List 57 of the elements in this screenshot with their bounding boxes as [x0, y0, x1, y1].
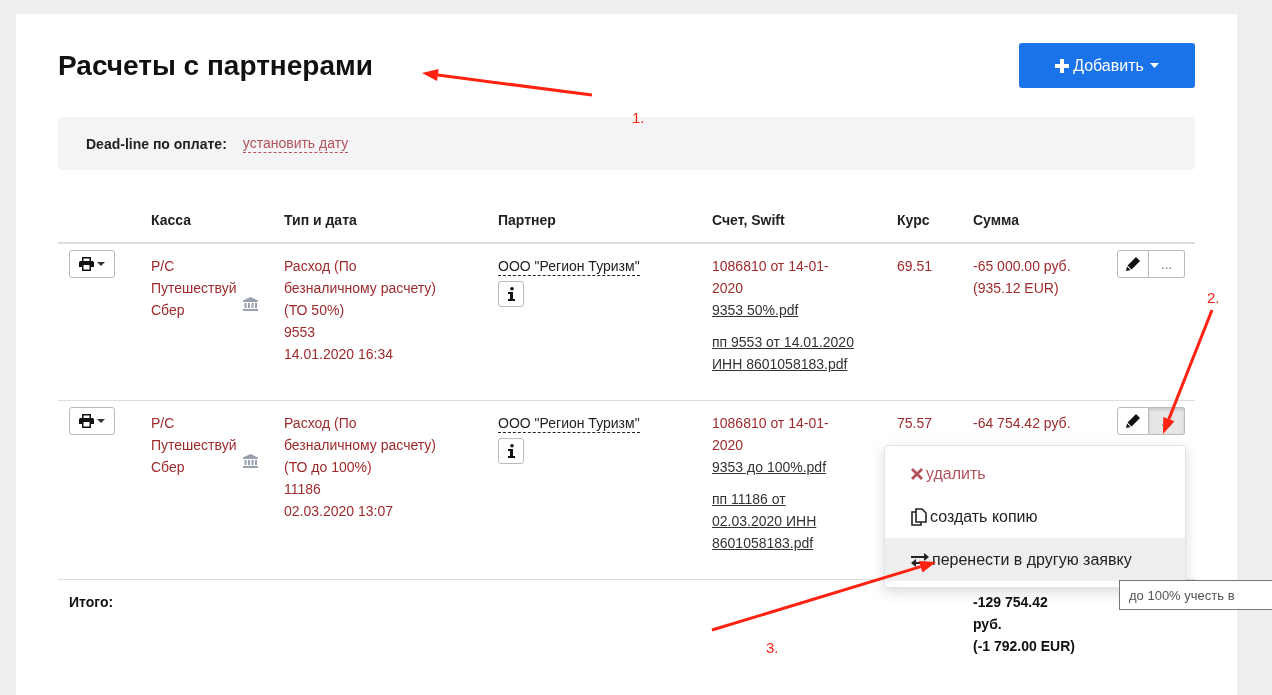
info-button[interactable] — [498, 438, 524, 464]
copy-icon — [911, 507, 927, 526]
annotation-number: 1. — [632, 109, 645, 126]
printer-icon — [79, 257, 94, 271]
edit-button[interactable] — [1117, 250, 1149, 278]
set-date-link[interactable]: установить дату — [242, 134, 349, 153]
caret-icon — [97, 262, 105, 266]
deadline-label: Dead-line по оплате: — [86, 135, 227, 152]
invoice-number: 1086810 от 14-01- 2020 — [712, 257, 830, 298]
exchange-rate: 75.57 — [897, 414, 934, 433]
file-link[interactable]: пп 9553 от 14.01.2020 ИНН 8601058183.pdf — [712, 331, 882, 375]
page-title: Расчеты с партнерами — [58, 49, 373, 82]
invoice-number: 1086810 от 14-01- 2020 — [712, 414, 830, 455]
total-label: Итого: — [69, 594, 114, 610]
payment-type-date: Расход (По безналичному расчету) (ТО 50%) 9553 14.01.2020 16:34 — [284, 257, 437, 364]
swap-arrows-icon — [911, 552, 929, 567]
menu-item[interactable]: создать копию — [885, 495, 1185, 538]
column-header: Тип и дата — [284, 212, 357, 228]
column-header: Счет, Swift — [712, 212, 785, 228]
cashbox-name: Р/С Путешествуй Сбер — [151, 257, 237, 320]
amount: -64 754.42 руб. — [973, 414, 1072, 433]
column-header: Курс — [897, 212, 930, 228]
pencil-icon — [1126, 414, 1140, 428]
menu-item[interactable]: перенести в другую заявку — [885, 538, 1185, 581]
column-header: Касса — [151, 212, 192, 228]
caret-icon — [1149, 63, 1159, 68]
payment-type-date: Расход (По безналичному расчету) (ТО до 100%) 11186 02.03.2020 13:07 — [284, 414, 437, 521]
plus-icon — [1055, 58, 1070, 73]
cashbox-name: Р/С Путешествуй Сбер — [151, 414, 237, 477]
file-link[interactable]: пп 11186 от 02.03.2020 ИНН 8601058183.pdf — [712, 488, 882, 554]
tooltip: до 100% учесть в — [1119, 580, 1272, 610]
print-button[interactable] — [69, 407, 115, 435]
amount: -65 000.00 руб. (935.12 EUR) — [973, 257, 1072, 298]
printer-icon — [79, 414, 94, 428]
info-icon — [507, 287, 515, 301]
print-button[interactable] — [69, 250, 115, 278]
file-link[interactable]: 9353 до 100%.pdf — [712, 456, 882, 478]
total-amount: -129 754.42 руб. (-1 792.00 EUR) — [973, 593, 1076, 656]
add-button[interactable]: Добавить — [1019, 43, 1195, 88]
partner-link[interactable]: ООО "Регион Туризм" — [498, 257, 640, 276]
menu-item[interactable]: удалить — [885, 452, 1185, 495]
caret-icon — [97, 419, 105, 423]
annotation-number: 3. — [766, 639, 779, 656]
column-header: Сумма — [973, 212, 1020, 228]
partner-link[interactable]: ООО "Регион Туризм" — [498, 414, 640, 433]
exchange-rate: 69.51 — [897, 257, 934, 276]
file-link[interactable]: 9353 50%.pdf — [712, 299, 882, 321]
bank-icon — [243, 454, 258, 468]
pencil-icon — [1126, 257, 1140, 271]
column-header: Партнер — [498, 212, 556, 228]
info-icon — [507, 444, 515, 458]
close-icon — [911, 467, 923, 480]
annotation-number: 2. — [1207, 289, 1220, 306]
edit-button[interactable] — [1117, 407, 1149, 435]
bank-icon — [243, 297, 258, 311]
info-button[interactable] — [498, 281, 524, 307]
more-button[interactable]: ... — [1149, 250, 1185, 278]
